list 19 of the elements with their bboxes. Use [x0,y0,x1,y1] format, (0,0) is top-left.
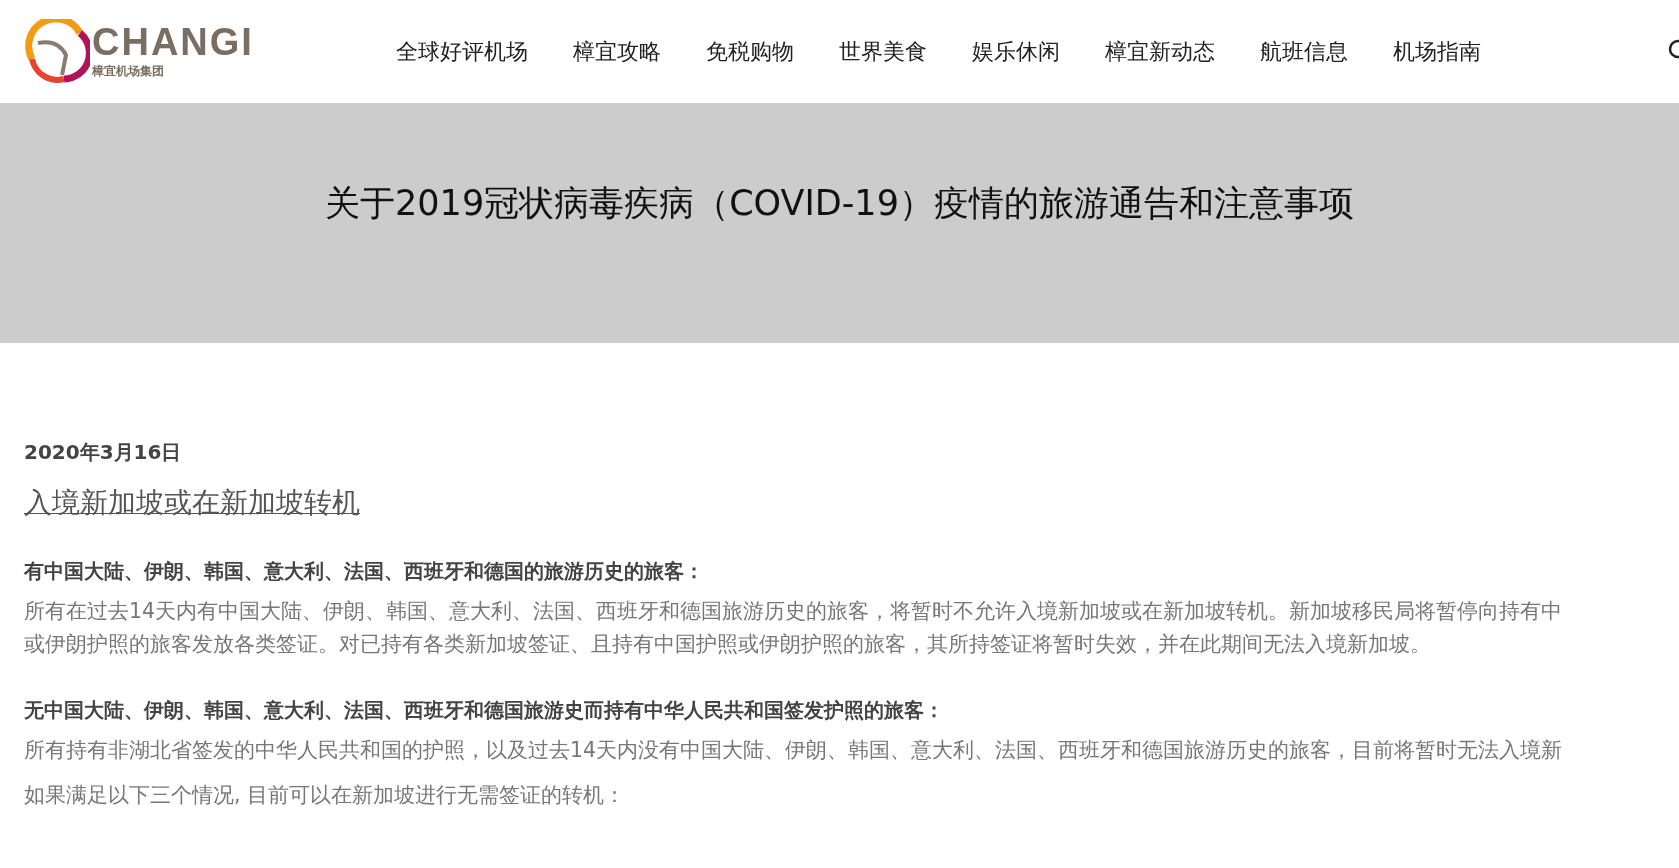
nav-link[interactable]: 娱乐休闲 [972,36,1060,67]
paragraph: 如果满足以下三个情况, 目前可以在新加坡进行无需签证的转机： [24,782,626,809]
page-title: 关于2019冠状病毒疾病（COVID-19）疫情的旅游通告和注意事项 [325,182,1354,225]
nav-link[interactable]: 航班信息 [1260,36,1348,67]
nav-link[interactable]: 机场指南 [1393,36,1481,67]
section-link[interactable]: 入境新加坡或在新加坡转机 [24,484,360,522]
paragraph: 所有在过去14天内有中国大陆、伊朗、韩国、意大利、法国、西班牙和德国旅游历史的旅客，将暂时不允许入境新加坡或在新加坡转机。新加坡移民局将暂停向持有中 或伊朗护照的旅客发放各类签证。对已持有各类新加坡签证、且持有中国护照或伊朗护照的旅客，其所持签证将暂时失效，并在此期间无法入境新加坡。 [24,598,1563,658]
nav-link[interactable]: 免税购物 [706,36,794,67]
logo-icon [24,18,90,85]
paragraph: 所有持有非湖北省签发的中华人民共和国的护照，以及过去14天内没有中国大陆、伊朗、韩国、意大利、法国、西班牙和德国旅游历史的旅客，目前将暂时无法入境新 [24,737,1563,764]
nav-link[interactable]: 樟宜新动态 [1105,36,1215,67]
section-heading: 有中国大陆、伊朗、韩国、意大利、法国、西班牙和德国的旅游历史的旅客： [24,558,705,585]
nav-link[interactable]: 全球好评机场 [396,36,528,67]
section-heading: 无中国大陆、伊朗、韩国、意大利、法国、西班牙和德国旅游史而持有中华人民共和国签发护照的旅客： [24,697,945,724]
logo-wordmark: CHANGI [92,23,254,61]
logo-subtitle: 樟宜机场集团 [92,63,165,80]
nav-link[interactable]: 世界美食 [839,36,927,67]
nav-link[interactable]: 樟宜攻略 [573,36,661,67]
article-date: 2020年3月16日 [24,439,183,466]
